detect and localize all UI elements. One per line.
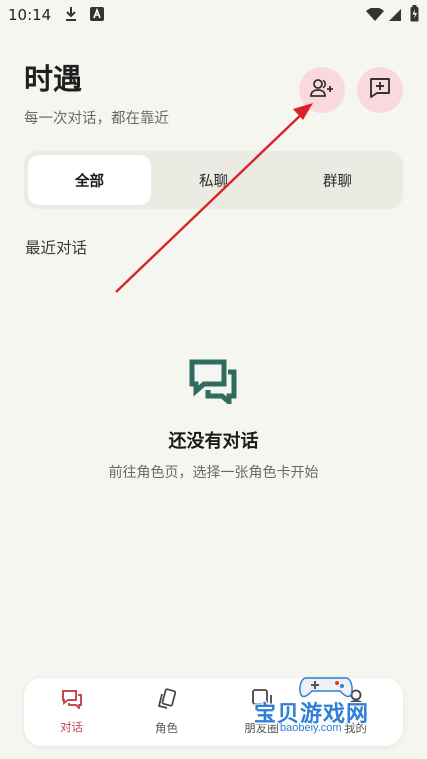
tab-all[interactable]: 全部 (28, 155, 151, 205)
chat-icon (61, 689, 83, 713)
tab-group[interactable]: 群聊 (276, 155, 399, 205)
wifi-icon (366, 7, 384, 26)
download-icon (64, 6, 78, 26)
status-bar: 10:14 (0, 0, 427, 30)
battery-icon (410, 5, 419, 26)
a-badge-icon (90, 6, 104, 25)
nav-item-characters[interactable]: 角色 (119, 678, 214, 746)
new-chat-icon (369, 77, 391, 103)
cards-icon (156, 688, 178, 714)
chat-filter-tabs: 全部 私聊 群聊 (24, 151, 403, 209)
nav-label-characters: 角色 (155, 721, 178, 735)
new-chat-button[interactable] (357, 67, 403, 113)
page-subtitle: 每一次对话，都在靠近 (24, 111, 169, 127)
tab-private[interactable]: 私聊 (152, 155, 275, 205)
empty-state-description: 前往角色页，选择一张角色卡开始 (108, 465, 319, 481)
nav-label-chat: 对话 (60, 720, 83, 734)
section-title: 最近对话 (25, 239, 88, 257)
watermark-url: baobeiy.com (280, 722, 342, 734)
empty-state-title: 还没有对话 (168, 431, 259, 452)
page-title: 时遇 (24, 62, 83, 96)
add-contact-icon (309, 77, 335, 103)
gamepad-icon (299, 677, 353, 698)
add-contact-button[interactable] (299, 67, 345, 113)
status-time: 10:14 (8, 6, 52, 24)
chat-bubbles-icon (188, 358, 238, 408)
nav-item-chat[interactable]: 对话 (24, 678, 119, 746)
watermark-logo: 宝贝游戏网 baobeiy.com (250, 668, 400, 740)
signal-icon (388, 7, 402, 26)
